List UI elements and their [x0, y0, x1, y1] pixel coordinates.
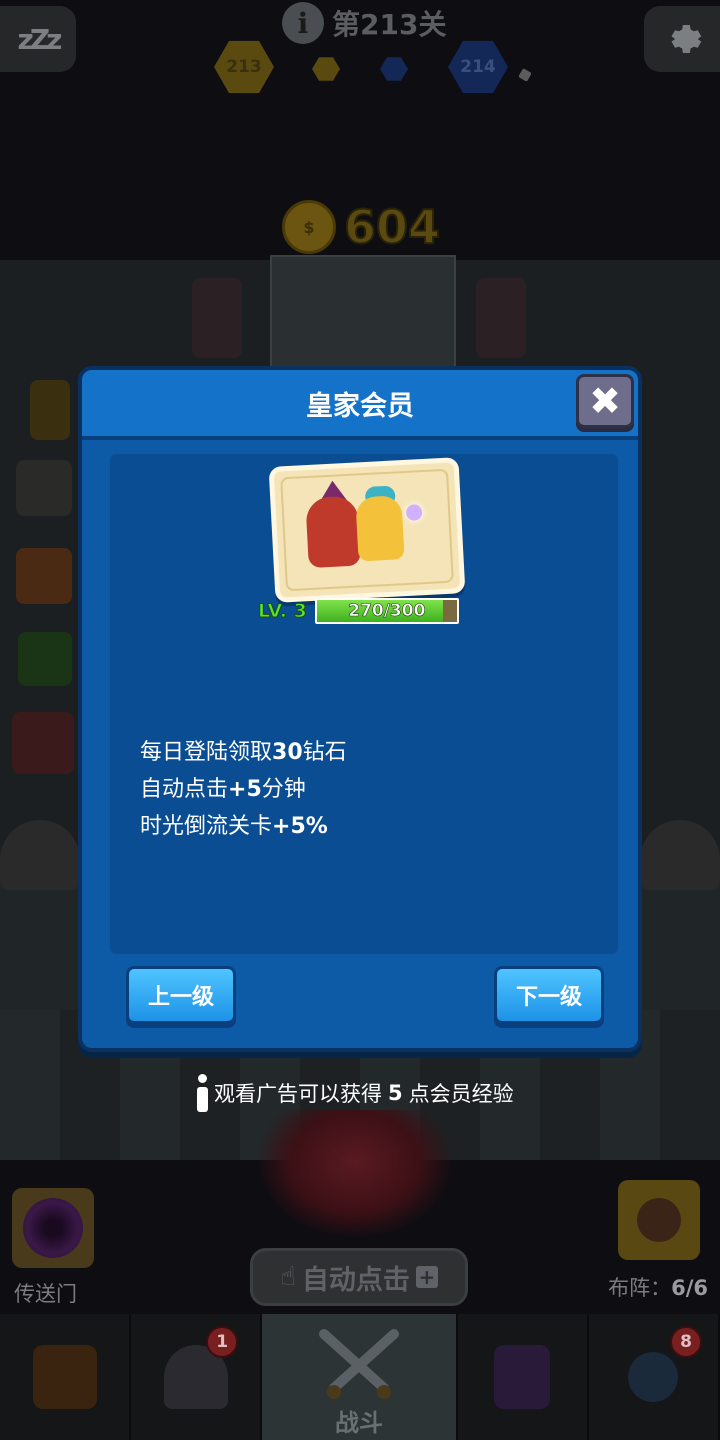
nav-amulet[interactable]: 8 [588, 1314, 720, 1440]
sleep-icon: zZz [17, 22, 63, 56]
level-label: 第213关 [332, 8, 447, 41]
bush-right [640, 820, 720, 890]
gift-icon [16, 548, 72, 604]
ad-hint-text: 点会员经验 [408, 1082, 514, 1106]
info-icon[interactable]: i [282, 2, 324, 44]
auto-click-label: 自动点击 [301, 1264, 410, 1296]
pedestal-right [476, 278, 526, 358]
benefits-list: 每日登陆领取30钻石 自动点击+5分钟 时光倒流关卡+5% [140, 734, 347, 845]
nav-spellbook[interactable] [457, 1314, 589, 1440]
sleep-button[interactable]: zZz [0, 6, 76, 72]
gear-icon [671, 25, 702, 53]
spellbook-icon [494, 1345, 551, 1409]
helmet-badge: 1 [206, 1326, 239, 1358]
scroll-icon [16, 460, 72, 516]
portal-icon [23, 1198, 83, 1258]
hexagram-icon [18, 632, 72, 686]
formation-label: 布阵：6/6 [608, 1276, 708, 1300]
membership-level-row: LV. 3 270/300 [258, 598, 459, 624]
throne-structure [270, 255, 456, 369]
xp-progress-text: 270/300 [348, 601, 426, 622]
swords-icon [319, 1329, 399, 1399]
gold-value: 604 [343, 199, 441, 255]
portal-label: 传送门 [14, 1282, 77, 1306]
formation-icon [637, 1198, 681, 1242]
xp-progress-bar: 270/300 [314, 598, 459, 624]
close-button[interactable]: ✖ [576, 374, 634, 428]
info-icon [196, 1074, 208, 1112]
close-icon: ✖ [589, 379, 621, 423]
pedestal-left [192, 278, 242, 358]
bottom-nav: 1 战斗 8 [0, 1314, 720, 1440]
hand-icon: ☝ [280, 1262, 296, 1292]
trophy-icon [30, 380, 70, 440]
amulet-icon [628, 1352, 679, 1402]
benefit-line: 时光倒流关卡+5% [140, 814, 328, 839]
next-level-button[interactable]: 下一级 [494, 966, 604, 1024]
dialog-header: 皇家会员 ✖ [82, 370, 638, 440]
hero-character [355, 495, 405, 562]
formation-button[interactable] [618, 1180, 700, 1260]
dialog-title: 皇家会员 [306, 390, 414, 422]
ad-hint: 观看广告可以获得 5 点会员经验 [196, 1074, 514, 1112]
coin-icon: $ [282, 200, 336, 254]
ad-hint-text: 观看广告可以获得 [214, 1082, 382, 1106]
amulet-badge: 8 [670, 1326, 703, 1358]
wizard-character [305, 495, 361, 569]
nav-battle[interactable]: 战斗 [262, 1314, 458, 1440]
chest-icon [32, 1345, 97, 1409]
membership-card-icon [268, 457, 466, 603]
portal-button[interactable] [12, 1188, 94, 1268]
level-indicator: i 第213关 [282, 2, 446, 44]
royal-membership-dialog: 皇家会员 ✖ LV. 3 270/300 每日登陆领取30钻石 自动点击+5分钟… [78, 366, 642, 1052]
benefit-line: 自动点击+5分钟 [140, 777, 306, 802]
settings-button[interactable] [644, 6, 720, 72]
membership-level: LV. 3 [258, 600, 308, 623]
nav-chest[interactable] [0, 1314, 132, 1440]
plus-icon: + [415, 1266, 438, 1288]
badge-icon [12, 712, 74, 774]
membership-content: LV. 3 270/300 每日登陆领取30钻石 自动点击+5分钟 时光倒流关卡… [110, 454, 618, 954]
auto-click-button[interactable]: ☝ 自动点击 + [250, 1248, 468, 1306]
battle-label: 战斗 [335, 1409, 383, 1437]
gold-counter: $ 604 [282, 199, 441, 255]
bush-left [0, 820, 80, 890]
benefit-line: 每日登陆领取30钻石 [140, 740, 347, 765]
ad-hint-points: 5 [388, 1081, 403, 1105]
dragon-enemy [255, 1110, 455, 1240]
previous-level-button[interactable]: 上一级 [126, 966, 236, 1024]
nav-helmet[interactable]: 1 [131, 1314, 263, 1440]
